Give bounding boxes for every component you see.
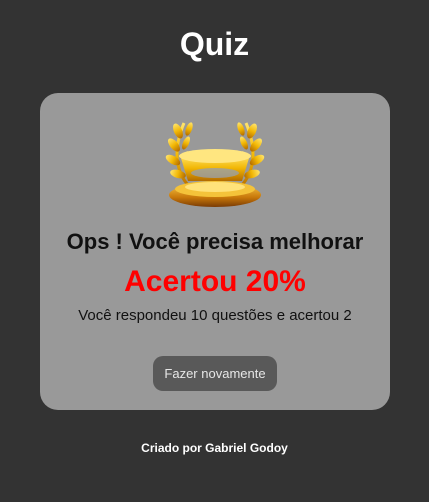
retry-button[interactable]: Fazer novamente [153,356,277,391]
page-title: Quiz [179,26,250,62]
result-headline: Ops ! Você precisa melhorar [66,229,364,254]
result-card: Ops ! Você precisa melhorar Acertou 20% … [40,93,390,410]
laurel-trophy-icon [165,122,265,207]
result-detail: Você respondeu 10 questões e acertou 2 [78,307,352,324]
footer-credit: Criado por Gabriel Godoy [141,441,288,455]
score-text: Acertou 20% [124,265,306,298]
